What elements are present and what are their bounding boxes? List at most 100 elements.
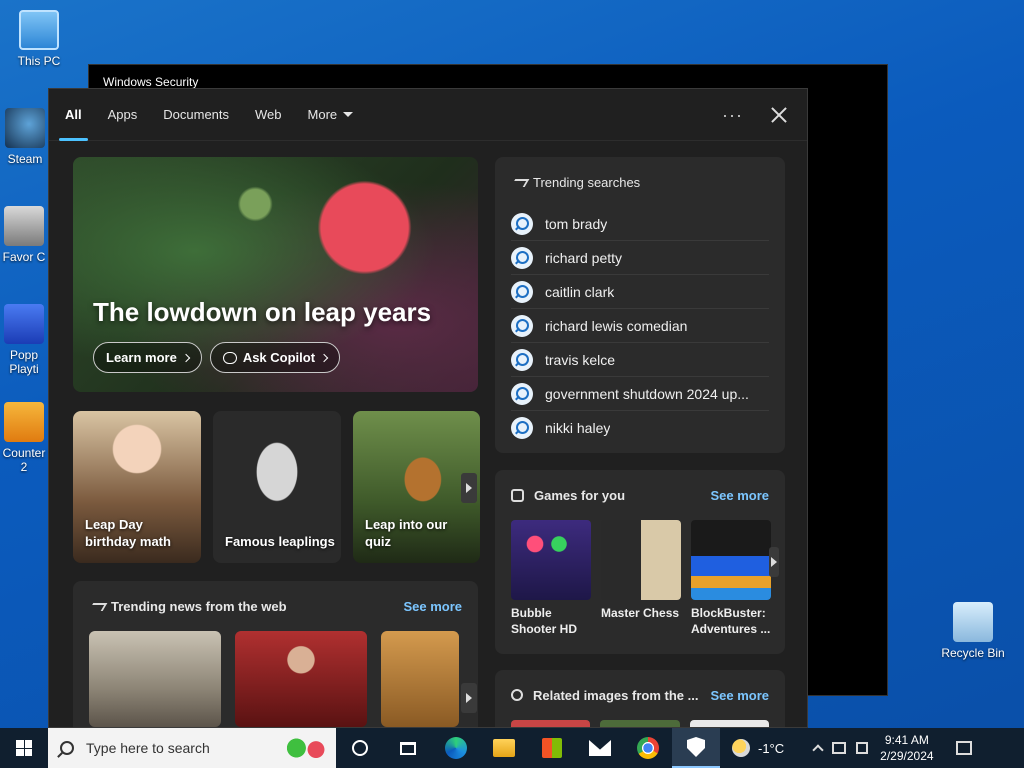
steam-icon xyxy=(5,108,45,148)
chevron-right-icon xyxy=(181,353,191,362)
clock-time: 9:41 AM xyxy=(884,732,929,747)
trending-item[interactable]: government shutdown 2024 up... xyxy=(511,377,769,411)
shield-icon xyxy=(687,737,705,757)
hero-card[interactable]: The lowdown on leap years Learn more Ask… xyxy=(73,157,478,392)
desktop-icon-this-pc[interactable]: This PC xyxy=(4,10,74,68)
related-images xyxy=(495,720,785,727)
desktop-icon-poppy[interactable]: Popp Playti xyxy=(0,304,48,376)
trending-text: tom brady xyxy=(545,215,608,232)
card-leap-day-birthday[interactable]: Leap Day birthday math xyxy=(73,411,201,563)
see-more-link[interactable]: See more xyxy=(710,488,769,503)
trending-text: nikki haley xyxy=(545,420,611,436)
hero-title: The lowdown on leap years xyxy=(93,297,432,327)
see-more-link[interactable]: See more xyxy=(403,599,462,614)
learn-more-button[interactable]: Learn more xyxy=(93,342,202,373)
news-image[interactable] xyxy=(235,631,367,727)
game-name: BlockBuster: Adventures ... xyxy=(691,606,771,636)
related-images-section: Related images from the ... See more xyxy=(495,670,785,727)
related-image[interactable] xyxy=(511,720,591,727)
windows-logo-icon xyxy=(16,740,32,756)
app-icon xyxy=(4,206,44,246)
desktop-icon-favor[interactable]: Favor C xyxy=(0,206,48,264)
cards-next-button[interactable] xyxy=(461,473,477,503)
clock[interactable]: 9:41 AM 2/29/2024 xyxy=(880,732,933,764)
game-thumbnail xyxy=(511,520,591,600)
game-bubble-shooter[interactable]: Bubble Shooter HD xyxy=(511,520,591,637)
volume-icon[interactable] xyxy=(856,742,869,754)
trending-text: government shutdown 2024 up... xyxy=(545,385,749,402)
network-icon[interactable] xyxy=(832,742,847,754)
start-button[interactable] xyxy=(0,728,48,768)
search-panel: All Apps Documents Web More ··· The lowd… xyxy=(48,88,808,728)
desktop-icon-steam[interactable]: Steam xyxy=(0,108,50,166)
trending-item[interactable]: richard petty xyxy=(511,241,769,275)
notification-icon[interactable] xyxy=(955,741,972,755)
button-label: Ask Copilot xyxy=(242,350,316,365)
mail-icon xyxy=(589,740,611,756)
search-icon xyxy=(60,741,74,755)
mail-button[interactable] xyxy=(576,728,624,768)
trending-item[interactable]: richard lewis comedian xyxy=(511,309,769,343)
trending-item[interactable]: nikki haley xyxy=(511,411,769,445)
store-icon xyxy=(542,738,562,758)
chevron-up-icon[interactable] xyxy=(812,744,824,756)
game-thumbnail xyxy=(691,520,771,600)
news-image[interactable] xyxy=(381,631,459,727)
tab-more[interactable]: More xyxy=(308,89,354,141)
section-header: Trending searches xyxy=(495,157,785,207)
desktop-icon-label: Counter 2 xyxy=(2,446,46,474)
file-explorer-button[interactable] xyxy=(480,728,528,768)
tab-apps[interactable]: Apps xyxy=(108,89,138,141)
section-title: Trending searches xyxy=(533,174,641,190)
game-name: Master Chess xyxy=(601,606,680,620)
windows-security-button[interactable] xyxy=(672,728,720,768)
news-image[interactable] xyxy=(89,631,221,727)
trending-item[interactable]: tom brady xyxy=(511,207,769,241)
recycle-bin-icon xyxy=(953,602,993,642)
games-row: Bubble Shooter HD Master Chess BlockBust… xyxy=(495,520,785,637)
taskbar: Type here to search -1°C 9:41 AM 2/29/20… xyxy=(0,728,1024,768)
ask-copilot-button[interactable]: Ask Copilot xyxy=(209,342,341,373)
store-button[interactable] xyxy=(528,728,576,768)
tab-all[interactable]: All xyxy=(59,89,88,141)
section-title: Games for you xyxy=(534,487,626,503)
game-icon xyxy=(4,402,44,442)
trending-text: richard lewis comedian xyxy=(545,317,688,334)
chrome-button[interactable] xyxy=(624,728,672,768)
see-more-link[interactable]: See more xyxy=(710,688,769,703)
tab-documents[interactable]: Documents xyxy=(163,89,229,141)
card-label: Famous leaplings xyxy=(225,534,335,550)
games-section: Games for you See more Bubble Shooter HD… xyxy=(495,470,785,654)
card-label: Leap into our quiz xyxy=(365,516,448,550)
card-famous-leaplings[interactable]: Famous leaplings xyxy=(213,411,341,563)
trending-icon xyxy=(89,602,101,610)
game-blockbuster[interactable]: BlockBuster: Adventures ... xyxy=(691,520,771,637)
games-next-button[interactable] xyxy=(769,547,779,577)
more-options-button[interactable]: ··· xyxy=(722,105,743,126)
close-icon[interactable] xyxy=(771,107,787,123)
related-image[interactable] xyxy=(689,720,769,727)
game-master-chess[interactable]: Master Chess xyxy=(601,520,681,637)
trending-item[interactable]: travis kelce xyxy=(511,343,769,377)
trending-text: richard petty xyxy=(545,249,623,266)
hero-buttons: Learn more Ask Copilot xyxy=(93,342,341,373)
desktop-icon-counter-strike[interactable]: Counter 2 xyxy=(0,402,48,474)
taskbar-search-box[interactable]: Type here to search xyxy=(48,728,336,768)
caret-down-icon xyxy=(343,112,354,117)
computer-icon xyxy=(19,10,59,50)
section-header: Games for you See more xyxy=(495,470,785,520)
related-image[interactable] xyxy=(600,720,680,727)
trending-text: travis kelce xyxy=(545,351,616,368)
card-label: Leap Day birthday math xyxy=(85,516,171,550)
task-view-button[interactable] xyxy=(384,728,432,768)
search-icon xyxy=(511,212,533,235)
cortana-button[interactable] xyxy=(336,728,384,768)
desktop-icon-recycle-bin[interactable]: Recycle Bin xyxy=(938,602,1008,660)
trending-item[interactable]: caitlin clark xyxy=(511,275,769,309)
desktop-icon-label: This PC xyxy=(17,54,61,68)
news-next-button[interactable] xyxy=(461,683,477,713)
game-icon xyxy=(4,304,44,344)
edge-button[interactable] xyxy=(432,728,480,768)
tab-web[interactable]: Web xyxy=(255,89,282,141)
weather-widget[interactable]: -1°C xyxy=(732,739,784,757)
